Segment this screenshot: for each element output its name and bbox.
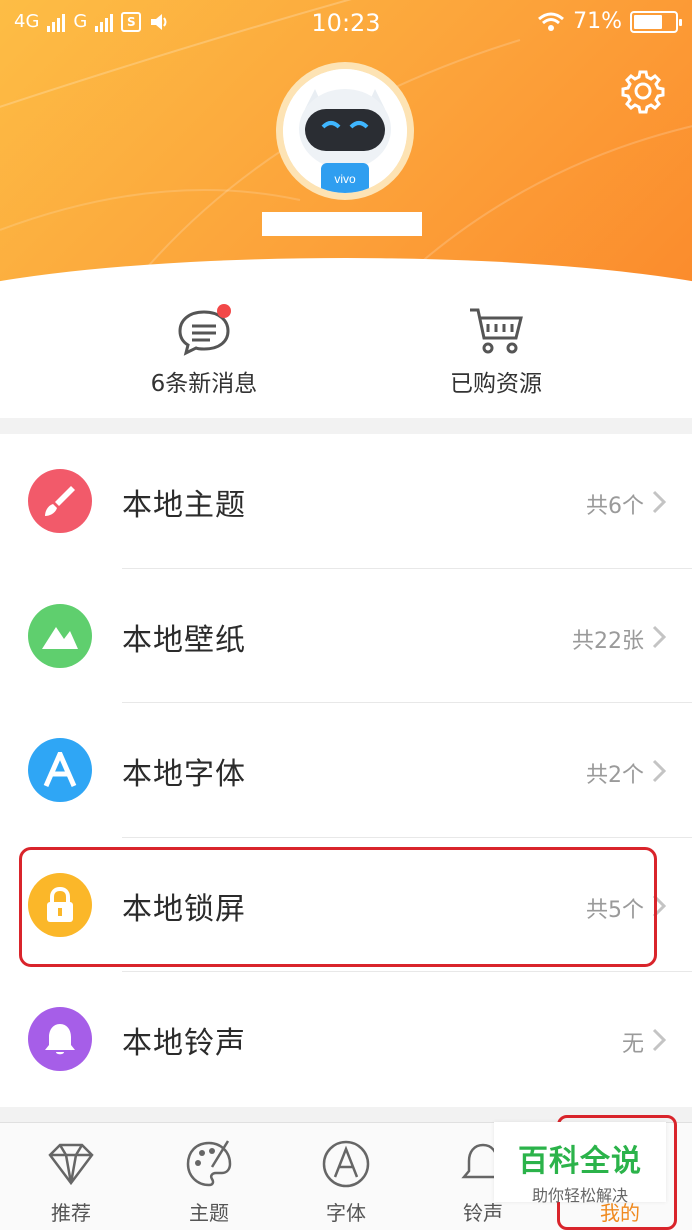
purchased-button[interactable]: 已购资源 — [396, 300, 596, 418]
diamond-icon — [48, 1143, 94, 1186]
gear-icon — [621, 70, 665, 114]
username: 18622667721 — [262, 212, 422, 236]
wallpaper-circle — [28, 603, 92, 668]
list-item-count: 共22张 — [572, 628, 644, 654]
chevron-right-icon — [652, 625, 666, 648]
brush-icon — [45, 486, 75, 516]
watermark-title: 百科全说 — [518, 1144, 642, 1179]
font-a-icon — [322, 1140, 370, 1188]
tab-theme[interactable]: 主题 — [140, 1123, 278, 1230]
bell-icon — [45, 1024, 75, 1055]
watermark-logo: 百科全说 助你轻松解决 — [494, 1122, 666, 1205]
avatar[interactable]: vivo — [276, 62, 414, 200]
list-item-count: 共6个 — [586, 494, 644, 519]
list-item-count: 无 — [621, 1032, 644, 1058]
chevron-right-icon — [652, 490, 666, 514]
unread-badge — [217, 304, 231, 318]
annotation-highlight-lockscreen — [19, 847, 657, 967]
list-item-local-font[interactable]: 本地字体 共2个 — [0, 703, 692, 838]
list-item-label: 本地主题 — [122, 488, 246, 523]
profile-header: 4G G S 10:23 71% vivo 18622667721 — [0, 0, 692, 300]
messages-label: 6条新消息 — [150, 371, 258, 397]
local-resources-list: 本地主题 共6个 本地壁纸 共22张 本地字体 共2个 本地锁屏 共5个 本地铃… — [0, 434, 692, 1107]
list-item-label: 本地壁纸 — [122, 622, 246, 658]
tab-label: 主题 — [189, 1201, 229, 1225]
purchased-label: 已购资源 — [450, 371, 542, 397]
cart-icon — [470, 308, 523, 354]
settings-button[interactable] — [620, 68, 666, 114]
status-bar: 4G G S 10:23 71% — [0, 0, 692, 48]
mountain-icon — [42, 626, 78, 649]
palette-icon — [186, 1140, 232, 1187]
list-item-count: 共2个 — [586, 763, 644, 789]
messages-button[interactable]: 6条新消息 — [104, 300, 304, 418]
ringtone-circle — [28, 1007, 92, 1072]
tab-label: 字体 — [326, 1201, 366, 1225]
tab-label: 推荐 — [51, 1201, 91, 1225]
list-item-local-ringtone[interactable]: 本地铃声 无 — [0, 972, 692, 1107]
theme-circle — [28, 469, 92, 533]
wifi-icon — [538, 12, 565, 31]
letter-a-icon — [43, 752, 77, 788]
tab-font[interactable]: 字体 — [277, 1123, 415, 1230]
tab-recommend[interactable]: 推荐 — [2, 1123, 140, 1230]
list-item-local-theme[interactable]: 本地主题 共6个 — [0, 434, 692, 569]
chevron-right-icon — [652, 760, 666, 783]
watermark-subtitle: 助你轻松解决 — [531, 1186, 628, 1205]
battery-icon — [630, 10, 682, 33]
robot-mascot-icon: vivo — [283, 69, 407, 193]
quick-actions: 6条新消息 已购资源 — [0, 300, 692, 418]
battery-percent: 71% — [573, 9, 622, 34]
svg-text:vivo: vivo — [334, 172, 356, 186]
list-item-label: 本地铃声 — [122, 1026, 246, 1062]
font-circle — [28, 738, 92, 803]
list-item-local-wallpaper[interactable]: 本地壁纸 共22张 — [0, 569, 692, 704]
chevron-right-icon — [652, 1029, 666, 1052]
list-item-label: 本地字体 — [122, 757, 246, 793]
